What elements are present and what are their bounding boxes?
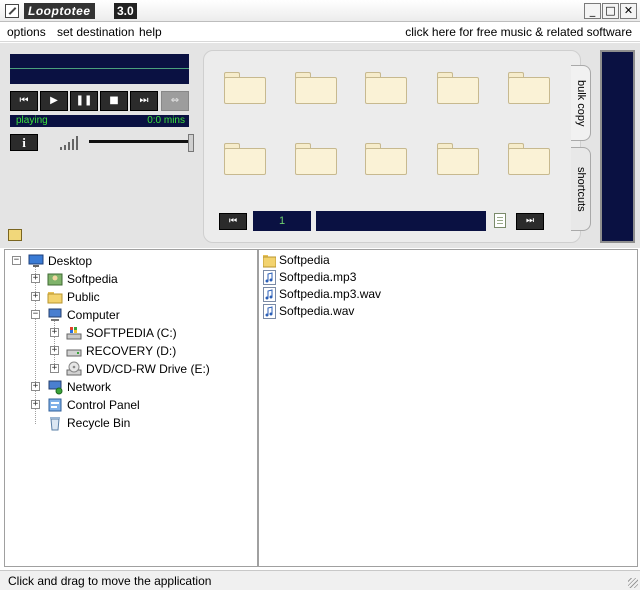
visualizer-line <box>10 68 189 69</box>
expand-icon[interactable]: + <box>31 400 40 409</box>
document-icon[interactable] <box>494 213 506 228</box>
tree-label: Control Panel <box>67 398 140 412</box>
drive-icon <box>66 349 82 357</box>
shortcuts-page-number: 1 <box>253 211 311 231</box>
app-version: 3.0 <box>114 3 137 19</box>
file-name: Softpedia.mp3.wav <box>279 287 382 301</box>
tab-shortcuts[interactable]: shortcuts <box>571 147 591 231</box>
file-name: Softpedia.wav <box>279 304 355 318</box>
computer-icon <box>48 308 62 321</box>
shortcut-folder-8[interactable] <box>365 143 407 175</box>
app-title: Looptotee <box>24 3 95 19</box>
tree-label: RECOVERY (D:) <box>86 344 177 358</box>
shortcut-folder-10[interactable] <box>508 143 550 175</box>
expand-icon[interactable]: + <box>50 346 59 355</box>
play-button[interactable]: ▶ <box>40 91 68 111</box>
volume-slider-track[interactable] <box>89 140 193 143</box>
file-name: Softpedia.mp3 <box>279 270 357 284</box>
menu-options[interactable]: options <box>7 25 46 39</box>
player-panel: ⏮ ▶ ❚❚ ■ ⏭ ⇔ playing 0:0 mins i ⏮ 1 ⏭ bu… <box>0 43 640 248</box>
folder-icon <box>263 255 276 268</box>
tab-bulk-copy-label: bulk copy <box>575 79 587 127</box>
audio-file-icon <box>263 270 276 285</box>
visualizer-screen <box>10 54 189 84</box>
resize-grip-icon[interactable] <box>628 578 638 588</box>
shortcuts-page-label[interactable] <box>316 211 486 231</box>
minimize-button[interactable]: _ <box>584 3 601 19</box>
playback-status: playing <box>16 115 48 126</box>
previous-track-button[interactable]: ⏮ <box>10 91 38 111</box>
tree-label: Recycle Bin <box>67 416 131 430</box>
tree-label: SOFTPEDIA (C:) <box>86 326 177 340</box>
shortcuts-next-page-button[interactable]: ⏭ <box>516 213 544 230</box>
player-status-bar: playing 0:0 mins <box>10 115 189 127</box>
shortcut-folder-2[interactable] <box>295 72 337 104</box>
title-bar[interactable]: Looptotee 3.0 _ □ ✕ <box>0 0 640 22</box>
desktop-icon <box>28 254 44 267</box>
maximize-button[interactable]: □ <box>602 3 619 19</box>
file-name: Softpedia <box>279 253 330 267</box>
stop-button[interactable]: ■ <box>100 91 128 111</box>
file-list[interactable]: Softpedia Softpedia.mp3 Softpedia.mp3.wa… <box>258 249 638 567</box>
side-display <box>600 50 635 243</box>
menu-set-destination[interactable]: set destination <box>57 25 134 39</box>
app-logo-icon <box>5 4 19 18</box>
info-button[interactable]: i <box>10 134 38 151</box>
free-music-link[interactable]: click here for free music & related soft… <box>405 25 632 39</box>
volume-icon <box>60 136 80 150</box>
open-folder-icon[interactable] <box>8 229 22 241</box>
tree-label: Softpedia <box>67 272 118 286</box>
shortcut-folder-6[interactable] <box>224 143 266 175</box>
audio-file-icon <box>263 304 276 319</box>
close-button[interactable]: ✕ <box>620 3 637 19</box>
status-text: Click and drag to move the application <box>8 574 212 588</box>
shortcut-folder-3[interactable] <box>365 72 407 104</box>
folder-icon <box>47 292 63 304</box>
menu-help[interactable]: help <box>139 25 162 39</box>
audio-file-icon <box>263 287 276 302</box>
control-panel-icon <box>48 398 62 412</box>
status-bar: Click and drag to move the application <box>0 570 640 590</box>
collapse-icon[interactable]: − <box>12 256 21 265</box>
recycle-bin-icon <box>50 417 60 431</box>
drive-c-icon <box>66 327 82 340</box>
tab-bulk-copy[interactable]: bulk copy <box>571 65 591 141</box>
expand-icon[interactable]: + <box>50 364 59 373</box>
menu-bar: options set destination help click here … <box>0 22 640 42</box>
swap-button[interactable]: ⇔ <box>161 91 189 111</box>
shortcut-folder-1[interactable] <box>224 72 266 104</box>
expand-icon[interactable]: + <box>31 274 40 283</box>
dvd-drive-icon <box>66 361 82 376</box>
pause-button[interactable]: ❚❚ <box>70 91 98 111</box>
tab-shortcuts-label: shortcuts <box>575 166 587 212</box>
expand-icon[interactable]: + <box>50 328 59 337</box>
playback-time: 0:0 mins <box>147 115 185 126</box>
folder-tree[interactable]: − Desktop + Softpedia + Public − Compute… <box>4 249 258 567</box>
shortcut-folder-4[interactable] <box>437 72 479 104</box>
shortcut-folder-5[interactable] <box>508 72 550 104</box>
tree-label: Public <box>67 290 100 304</box>
expand-icon[interactable]: + <box>31 382 40 391</box>
user-folder-icon <box>47 273 63 286</box>
tree-label: Computer <box>67 308 120 322</box>
shortcuts-prev-page-button[interactable]: ⏮ <box>219 213 247 230</box>
volume-slider-handle[interactable] <box>188 134 194 152</box>
tree-label: DVD/CD-RW Drive (E:) <box>86 362 210 376</box>
tree-label: Network <box>67 380 112 394</box>
shortcut-folder-7[interactable] <box>295 143 337 175</box>
tree-label: Desktop <box>48 254 93 268</box>
network-icon <box>48 380 63 395</box>
expand-icon[interactable]: + <box>31 292 40 301</box>
collapse-icon[interactable]: − <box>31 310 40 319</box>
shortcut-folder-9[interactable] <box>437 143 479 175</box>
next-track-button[interactable]: ⏭ <box>130 91 158 111</box>
